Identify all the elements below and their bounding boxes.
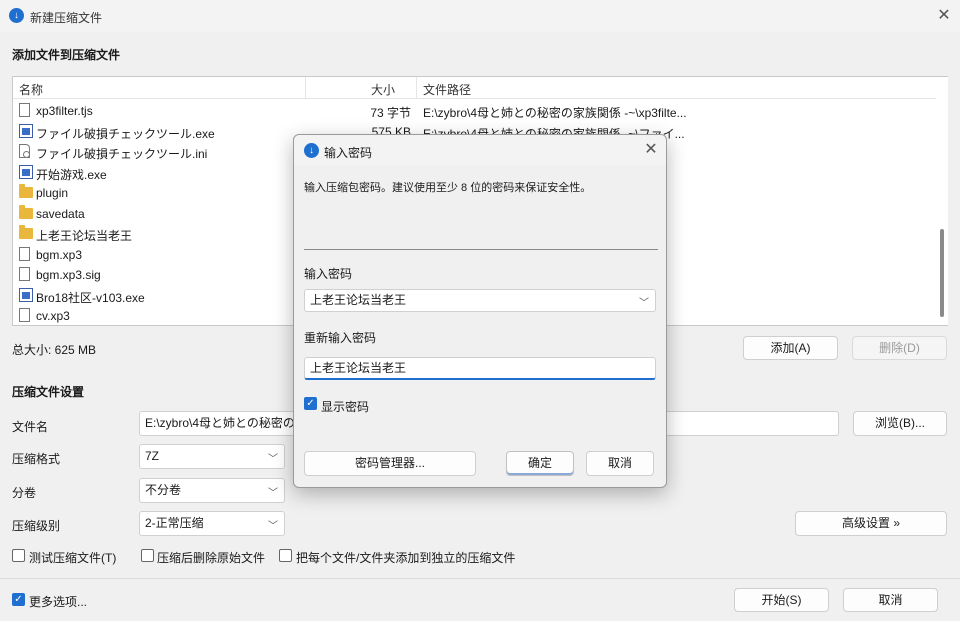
folder-icon	[19, 225, 33, 239]
add-button[interactable]: 添加(A)	[743, 336, 838, 360]
split-value: 不分卷	[145, 483, 182, 497]
column-name[interactable]: 名称	[19, 81, 43, 98]
level-select[interactable]: 2-正常压缩 ﹀	[139, 511, 285, 536]
cancel-button[interactable]: 取消	[843, 588, 938, 612]
folder-icon	[19, 204, 33, 219]
dialog-close-icon[interactable]: ✕	[640, 139, 662, 161]
more-options-label[interactable]: 更多选项...	[29, 593, 87, 610]
reenter-label: 重新输入密码	[304, 331, 377, 345]
file-name: plugin	[36, 186, 69, 200]
test-archive-checkbox[interactable]	[12, 549, 25, 562]
title-bar: ↓ 新建压缩文件 ✕	[0, 0, 960, 32]
password-manager-button[interactable]: 密码管理器...	[304, 451, 476, 476]
delete-button[interactable]: 删除(D)	[852, 336, 947, 360]
separate-archives-checkbox[interactable]	[279, 549, 292, 562]
table-row[interactable]: xp3filter.tjs 73 字节 E:\zybro\4母と姉との秘密の家族関係…	[13, 100, 947, 121]
start-button[interactable]: 开始(S)	[734, 588, 829, 612]
column-divider[interactable]	[416, 77, 417, 99]
column-size[interactable]: 大小	[371, 81, 395, 98]
chevron-down-icon: ﹀	[268, 488, 278, 499]
file-list-header: 名称 大小 文件路径	[13, 77, 947, 99]
dialog-description: 输入压缩包密码。建议使用至少 8 位的密码来保证安全性。	[304, 182, 592, 194]
archive-app-icon: ↓	[9, 8, 24, 23]
file-icon	[19, 246, 30, 261]
level-value: 2-正常压缩	[145, 516, 204, 530]
chevron-down-icon: ﹀	[268, 454, 278, 465]
folder-icon	[19, 184, 33, 198]
exe-icon	[19, 287, 33, 302]
level-label: 压缩级别	[12, 519, 61, 533]
more-options-checkbox[interactable]: ✓	[12, 593, 25, 606]
format-select[interactable]: 7Z ﹀	[139, 444, 285, 469]
password-label: 输入密码	[304, 267, 353, 281]
add-section-label: 添加文件到压缩文件	[12, 48, 121, 62]
test-archive-label[interactable]: 测试压缩文件(T)	[29, 549, 116, 566]
file-name: ファイル破損チェックツール.exe	[36, 126, 215, 141]
password-dialog: ↓ 输入密码 ✕ 输入压缩包密码。建议使用至少 8 位的密码来保证安全性。 输入…	[293, 134, 667, 488]
file-icon	[19, 103, 30, 117]
ok-button[interactable]: 确定	[506, 451, 574, 476]
file-name: 开始游戏.exe	[36, 167, 107, 182]
file-name: bgm.xp3	[36, 247, 83, 262]
show-password-label[interactable]: 显示密码	[321, 398, 369, 415]
show-password-checkbox[interactable]: ✓	[304, 397, 317, 410]
file-icon	[19, 267, 30, 281]
reenter-password-input[interactable]: 上老王论坛当老王	[304, 357, 656, 380]
split-label: 分卷	[12, 486, 37, 500]
file-icon	[19, 308, 30, 322]
archive-app-icon: ↓	[304, 143, 319, 158]
file-size: 73 字节	[370, 106, 411, 120]
delete-source-label[interactable]: 压缩后删除原始文件	[157, 549, 265, 566]
dialog-title-bar: ↓ 输入密码 ✕	[294, 135, 666, 165]
chevron-down-icon: ﹀	[268, 521, 278, 532]
format-value: 7Z	[145, 449, 160, 463]
chevron-down-icon: ﹀	[639, 298, 649, 309]
window-title: 新建压缩文件	[30, 11, 103, 25]
total-size: 总大小: 625 MB	[12, 343, 97, 357]
dialog-cancel-button[interactable]: 取消	[586, 451, 654, 476]
dialog-title: 输入密码	[324, 146, 373, 160]
delete-source-checkbox[interactable]	[141, 549, 154, 562]
file-path: E:\zybro\4母と姉との秘密の家族関係 -~\xp3filte...	[423, 106, 687, 120]
file-name: bgm.xp3.sig	[36, 268, 101, 282]
close-icon[interactable]: ✕	[932, 4, 956, 28]
file-name: savedata	[36, 206, 85, 221]
advanced-settings-button[interactable]: 高级设置 »	[795, 511, 947, 536]
file-name: Bro18社区-v103.exe	[36, 290, 145, 305]
ini-icon	[19, 144, 30, 158]
file-name: 上老王论坛当老王	[36, 229, 133, 243]
browse-button[interactable]: 浏览(B)...	[853, 411, 947, 436]
settings-section-label: 压缩文件设置	[12, 385, 85, 399]
password-value: 上老王论坛当老王	[310, 293, 407, 307]
format-label: 压缩格式	[12, 452, 61, 466]
exe-icon	[19, 123, 33, 138]
filename-label: 文件名	[12, 420, 49, 434]
separate-archives-label[interactable]: 把每个文件/文件夹添加到独立的压缩文件	[296, 549, 515, 566]
column-path[interactable]: 文件路径	[423, 81, 471, 98]
scrollbar-thumb[interactable]	[940, 229, 944, 317]
split-select[interactable]: 不分卷 ﹀	[139, 478, 285, 503]
file-name: xp3filter.tjs	[36, 104, 93, 118]
password-input[interactable]: 上老王论坛当老王 ﹀	[304, 289, 656, 312]
file-name: ファイル破損チェックツール.ini	[36, 147, 208, 161]
footer-divider	[0, 578, 960, 579]
dialog-divider	[304, 249, 658, 250]
file-name: cv.xp3	[36, 309, 70, 323]
column-divider[interactable]	[305, 77, 306, 99]
exe-icon	[19, 164, 33, 179]
